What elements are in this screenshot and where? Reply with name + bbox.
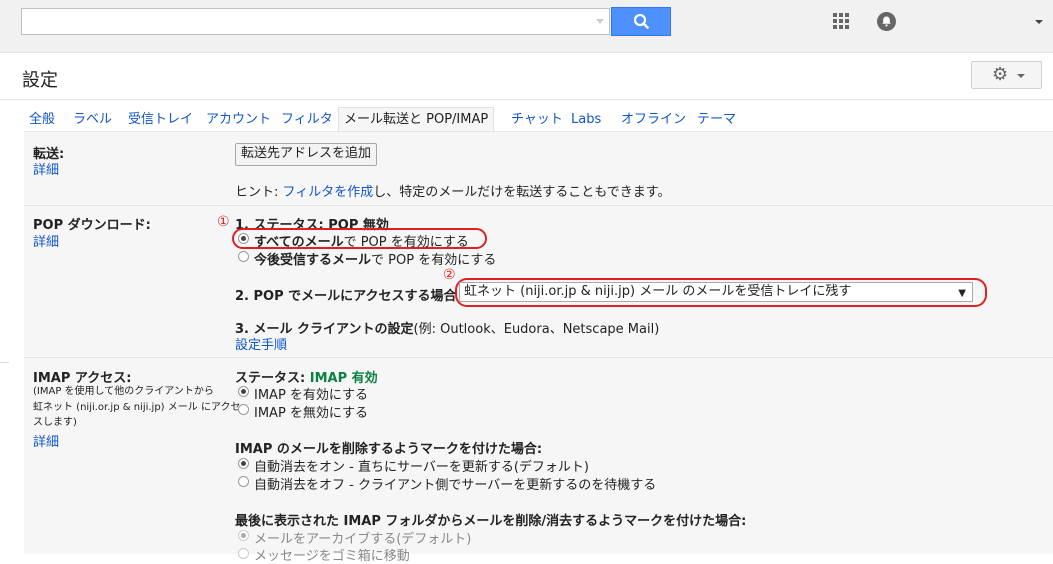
hint-suffix: し、特定のメールだけを転送することもできます。 — [373, 185, 671, 200]
search-box[interactable] — [21, 8, 610, 35]
create-filter-link[interactable]: フィルタを作成 — [283, 185, 374, 200]
pop-enable-all-rest: で POP を有効にする — [343, 235, 469, 250]
tab-themes[interactable]: テーマ — [692, 108, 741, 132]
tab-accounts[interactable]: アカウント — [201, 108, 276, 132]
left-edge-mark — [0, 362, 9, 363]
add-forwarding-address-button[interactable]: 転送先アドレスを追加 — [235, 143, 378, 166]
imap-description-line2: 虹ネット (niji.or.jp & niji.jp) メール にアクセ — [33, 402, 241, 413]
imap-disable-radio[interactable] — [238, 404, 249, 415]
top-bar — [0, 0, 1053, 53]
imap-description-line3: スします) — [33, 417, 77, 428]
section-divider — [24, 357, 1053, 358]
pop-enable-future-bold: 今後受信するメール — [254, 253, 372, 268]
autoexpunge-off-radio[interactable] — [238, 476, 249, 487]
tab-inbox[interactable]: 受信トレイ — [123, 108, 198, 132]
search-button[interactable] — [611, 7, 671, 36]
search-icon — [633, 13, 649, 29]
autoexpunge-on-label[interactable]: 自動消去をオン - 直ちにサーバーを更新する(デフォルト) — [254, 456, 589, 475]
autoexpunge-on-radio[interactable] — [238, 458, 249, 469]
annotation-marker-1: ① — [217, 214, 230, 230]
imap-enable-radio[interactable] — [238, 386, 249, 397]
dropdown-arrow-icon: ▼ — [958, 288, 966, 299]
pop-enable-all-bold: すべてのメール — [254, 235, 344, 250]
apps-icon[interactable] — [833, 13, 850, 30]
tab-filters[interactable]: フィルタ — [276, 108, 338, 132]
tab-general[interactable]: 全般 — [24, 108, 60, 132]
section-divider — [24, 205, 1053, 206]
account-chevron-down-icon[interactable] — [1035, 20, 1043, 24]
pop-access-select[interactable]: 虹ネット (niji.or.jp & niji.jp) メール のメールを受信ト… — [459, 282, 973, 302]
imap-enable-label[interactable]: IMAP を有効にする — [254, 384, 368, 403]
imap-folder-heading: 最後に表示された IMAP フォルダからメールを削除/消去するようマークを付けた… — [235, 514, 747, 529]
mail-client-config: 3. メール クライアントの設定(例: Outlook、Eudora、Netsc… — [235, 318, 659, 337]
pop-access-select-value: 虹ネット (niji.or.jp & niji.jp) メール のメールを受信ト… — [464, 284, 852, 299]
search-options-caret-icon[interactable] — [596, 19, 604, 24]
forwarding-hint: ヒント: フィルタを作成し、特定のメールだけを転送することもできます。 — [235, 181, 670, 200]
tab-offline[interactable]: オフライン — [616, 108, 691, 132]
pop-access-label: 2. POP でメールにアクセスする場合 — [235, 289, 457, 304]
pop-enable-future-label[interactable]: 今後受信するメールで POP を有効にする — [254, 249, 496, 268]
pop-enable-future-rest: で POP を有効にする — [371, 253, 497, 268]
autoexpunge-off-label[interactable]: 自動消去をオフ - クライアント側でサーバーを更新するのを待機する — [254, 474, 656, 493]
pop-details-link[interactable]: 詳細 — [33, 231, 59, 250]
annotation-marker-2: ② — [443, 267, 456, 283]
tab-chat[interactable]: チャット — [506, 108, 568, 132]
gear-icon: ⚙ — [992, 64, 1009, 85]
imap-disable-label[interactable]: IMAP を無効にする — [254, 402, 368, 421]
notifications-icon[interactable] — [877, 12, 896, 31]
setup-instructions-link[interactable]: 設定手順 — [235, 334, 287, 353]
tab-labs[interactable]: Labs — [566, 108, 606, 132]
divider — [0, 99, 1053, 100]
archive-message-radio[interactable] — [238, 530, 249, 541]
imap-delete-heading: IMAP のメールを削除するようマークを付けた場合: — [235, 442, 543, 457]
settings-button[interactable]: ⚙ — [971, 61, 1042, 89]
imap-details-link[interactable]: 詳細 — [33, 431, 59, 450]
search-input[interactable] — [22, 9, 594, 34]
pop-enable-all-radio[interactable] — [238, 233, 249, 244]
tab-labels[interactable]: ラベル — [68, 108, 117, 132]
hint-prefix: ヒント: — [235, 185, 283, 200]
chevron-down-icon — [1017, 74, 1025, 78]
move-to-trash-label[interactable]: メッセージをゴミ箱に移動 — [254, 545, 410, 564]
tab-forwarding-pop-imap[interactable]: メール転送と POP/IMAP — [338, 107, 495, 132]
imap-description-line1: (IMAP を使用して他のクライアントから — [33, 386, 214, 397]
pop-enable-future-radio[interactable] — [238, 251, 249, 262]
forwarding-details-link[interactable]: 詳細 — [33, 159, 59, 178]
pop-enable-all-label[interactable]: すべてのメールで POP を有効にする — [254, 231, 469, 250]
page-title: 設定 — [22, 70, 58, 91]
mail-client-examples: (例: Outlook、Eudora、Netscape Mail) — [413, 322, 660, 337]
